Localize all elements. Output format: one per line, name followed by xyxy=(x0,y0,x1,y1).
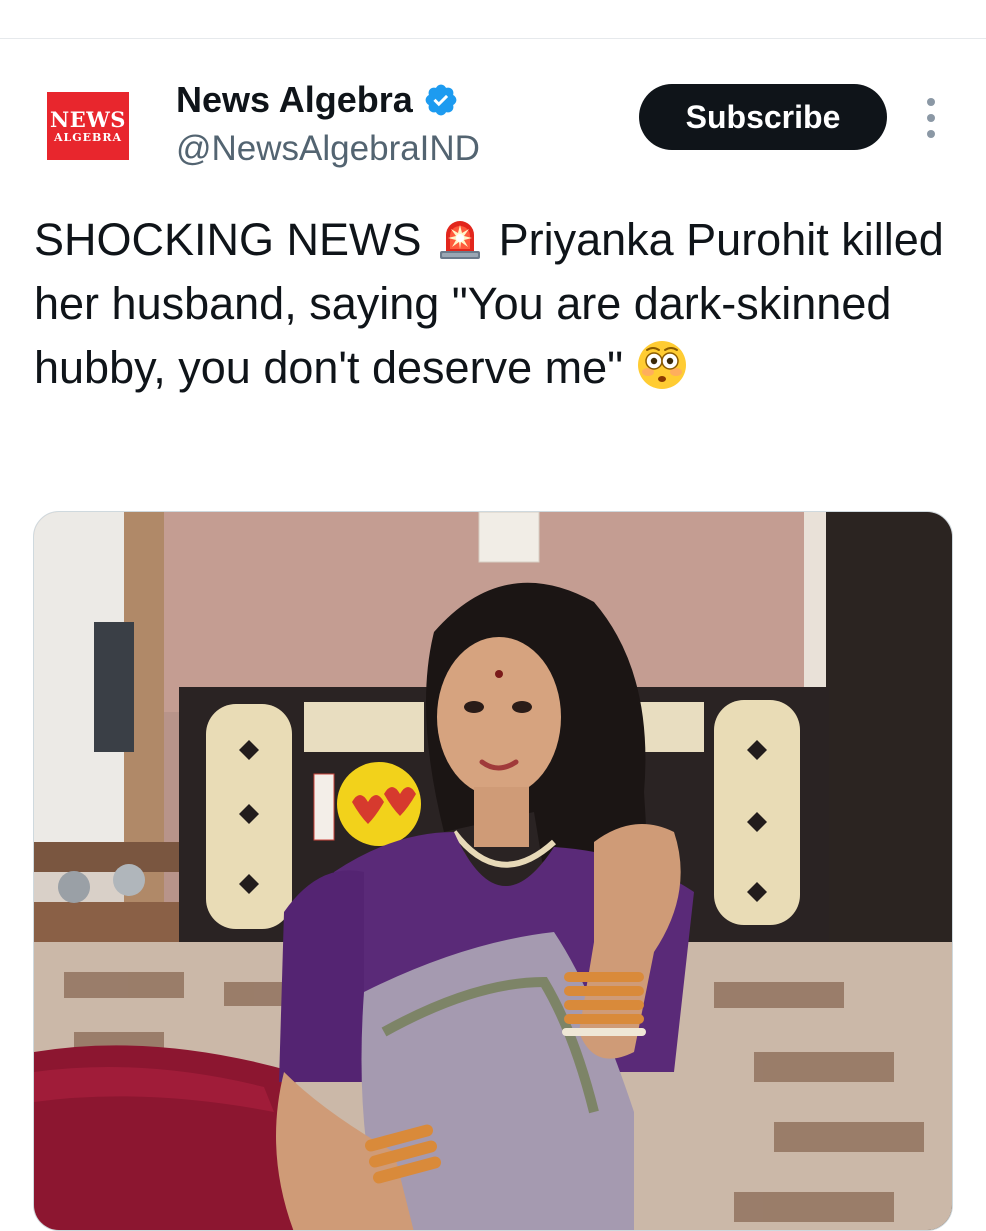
photo-illustration xyxy=(34,512,952,1230)
subscribe-button[interactable]: Subscribe xyxy=(639,84,887,150)
flushed-face-emoji xyxy=(637,341,686,389)
verified-badge-icon xyxy=(425,84,457,116)
tweet-photo[interactable] xyxy=(33,511,953,1231)
more-options-icon[interactable] xyxy=(920,98,942,138)
tweet-text-part1: SHOCKING NEWS xyxy=(34,214,422,265)
avatar[interactable]: NEWS ALGEBRA xyxy=(47,92,129,160)
avatar-logo-line2: ALGEBRA xyxy=(53,131,123,144)
top-divider xyxy=(0,38,986,39)
author-handle[interactable]: @NewsAlgebraIND xyxy=(176,128,480,170)
police-car-light-emoji xyxy=(440,221,481,259)
author-display-name[interactable]: News Algebra xyxy=(176,78,413,122)
more-dot xyxy=(927,114,935,122)
tweet-text: SHOCKING NEWS Priyanka Purohit killed he… xyxy=(34,208,954,400)
avatar-logo-line1: NEWS xyxy=(50,107,126,132)
more-dot xyxy=(927,130,935,138)
more-dot xyxy=(927,98,935,106)
author-name-row: News Algebra xyxy=(176,78,459,122)
